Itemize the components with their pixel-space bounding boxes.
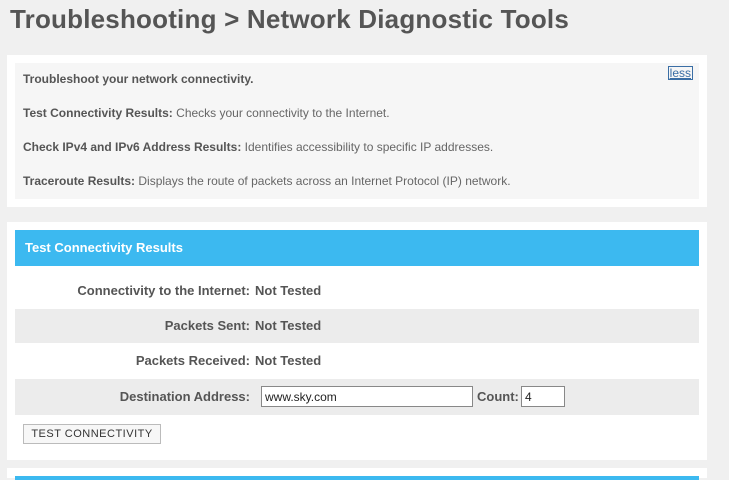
packets-received-value: Not Tested bbox=[255, 353, 322, 368]
packets-received-label: Packets Received: bbox=[135, 353, 250, 368]
info-panel-inner: Troubleshoot your network connectivity. … bbox=[15, 63, 699, 199]
info-panel: Troubleshoot your network connectivity. … bbox=[7, 55, 707, 207]
next-panel bbox=[7, 468, 707, 480]
info-item-desc: Identifies accessibility to specific IP … bbox=[241, 140, 494, 154]
packets-sent-row: Packets Sent: Not Tested bbox=[15, 309, 699, 343]
info-item-traceroute: Traceroute Results: Displays the route o… bbox=[23, 174, 511, 188]
test-connectivity-header: Test Connectivity Results bbox=[15, 230, 699, 266]
connectivity-row: Connectivity to the Internet: Not Tested bbox=[15, 274, 699, 308]
count-label: Count: bbox=[477, 389, 519, 404]
next-panel-header bbox=[15, 476, 699, 480]
packets-sent-value: Not Tested bbox=[255, 318, 322, 333]
page-title: Troubleshooting > Network Diagnostic Too… bbox=[10, 4, 570, 34]
info-intro: Troubleshoot your network connectivity. bbox=[23, 72, 254, 86]
info-item-label: Test Connectivity Results: bbox=[23, 106, 173, 120]
info-item-check-ip: Check IPv4 and IPv6 Address Results: Ide… bbox=[23, 140, 493, 154]
info-item-desc: Checks your connectivity to the Internet… bbox=[172, 106, 390, 120]
info-item-label: Traceroute Results: bbox=[23, 174, 136, 188]
packets-sent-label: Packets Sent: bbox=[164, 318, 250, 333]
destination-address-input[interactable] bbox=[261, 386, 473, 407]
test-connectivity-button[interactable]: TEST CONNECTIVITY bbox=[23, 424, 161, 444]
test-connectivity-panel: Test Connectivity Results Connectivity t… bbox=[7, 222, 707, 460]
count-input[interactable] bbox=[521, 386, 565, 407]
connectivity-label: Connectivity to the Internet: bbox=[77, 283, 250, 298]
packets-received-row: Packets Received: Not Tested bbox=[15, 344, 699, 378]
info-item-test-connectivity: Test Connectivity Results: Checks your c… bbox=[23, 106, 390, 120]
destination-label: Destination Address: bbox=[119, 389, 250, 404]
info-item-label: Check IPv4 and IPv6 Address Results: bbox=[23, 140, 242, 154]
connectivity-value: Not Tested bbox=[255, 283, 322, 298]
less-link[interactable]: less bbox=[667, 66, 693, 80]
info-item-desc: Displays the route of packets across an … bbox=[135, 174, 511, 188]
destination-row: Destination Address: Count: bbox=[15, 379, 699, 415]
